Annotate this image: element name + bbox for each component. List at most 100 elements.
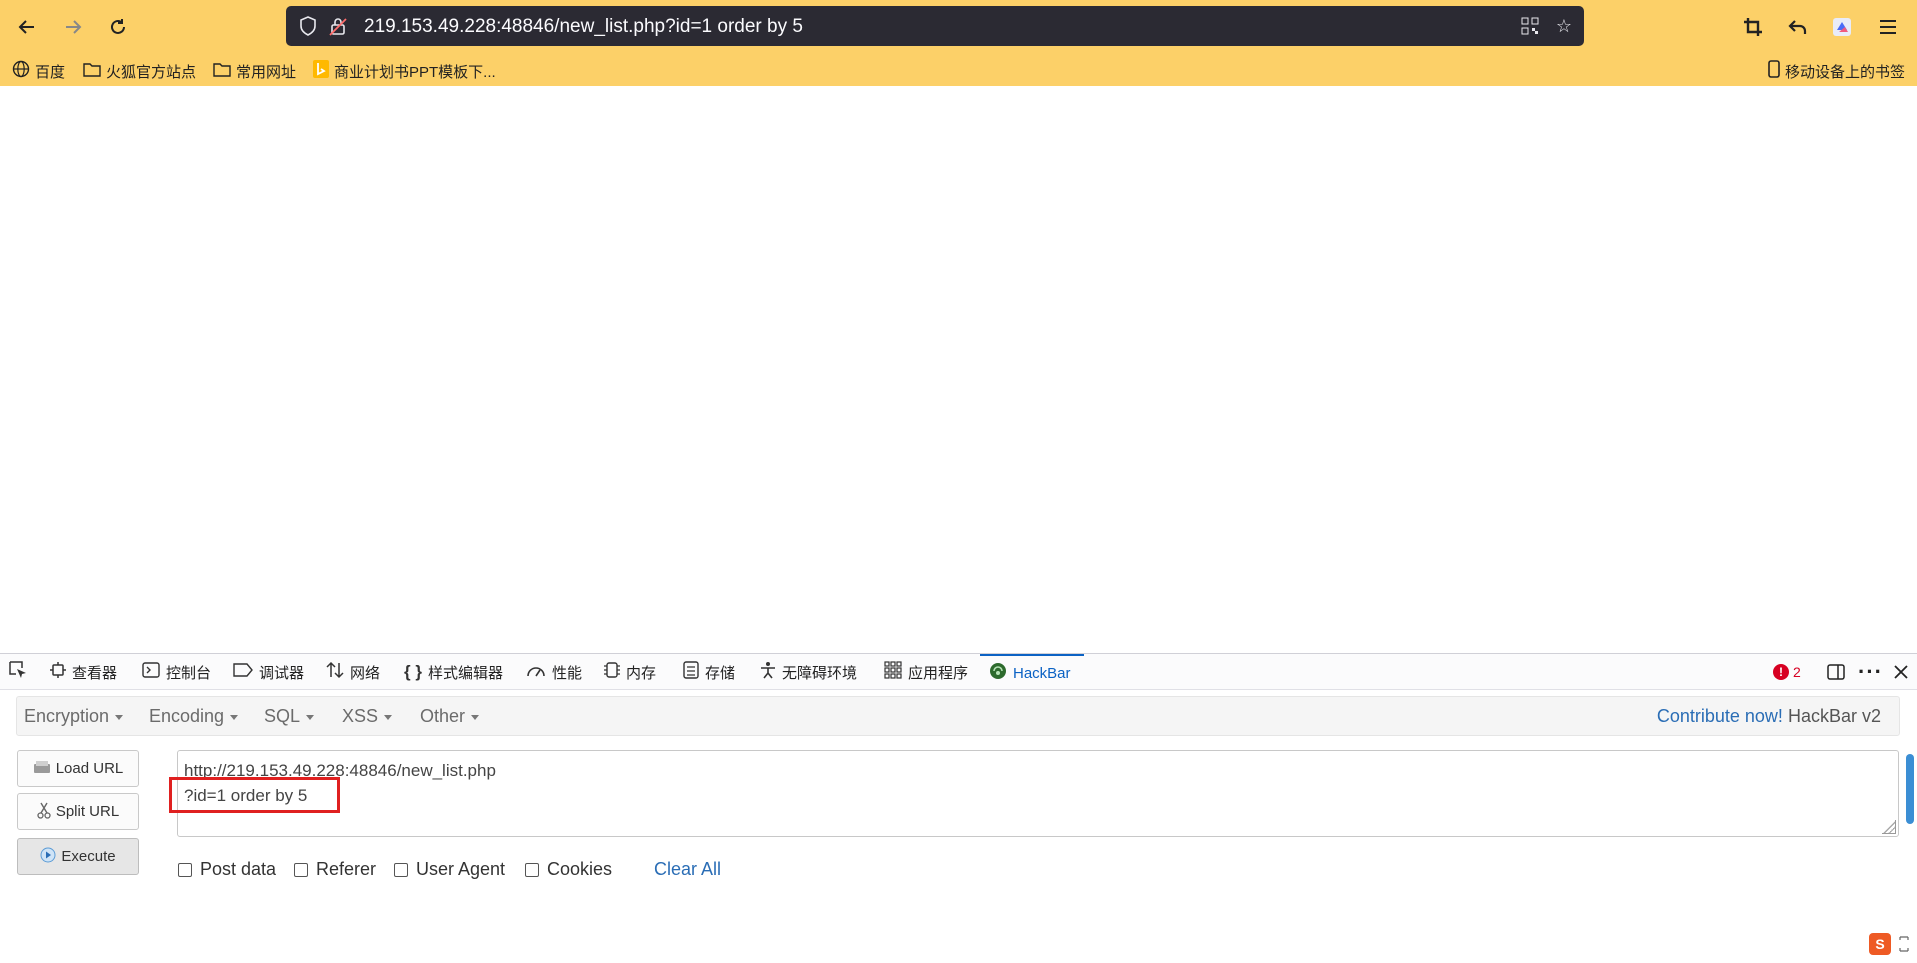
more-dots-icon: ··· (1858, 659, 1883, 684)
back-button[interactable] (10, 10, 44, 44)
menu-hamburger-icon[interactable] (1873, 12, 1903, 42)
insecure-lock-icon[interactable] (326, 14, 350, 38)
caret-down-icon (230, 714, 239, 720)
bookmark-star-icon[interactable]: ☆ (1552, 14, 1576, 38)
tab-label: 无障碍环境 (782, 664, 858, 682)
bookmark-label: 商业计划书PPT模板下... (334, 63, 496, 81)
tab-label: HackBar (1013, 664, 1071, 682)
tab-label: 控制台 (166, 664, 212, 682)
tab-memory[interactable]: 内存 (604, 654, 656, 690)
menu-label: SQL (264, 706, 301, 726)
dock-side-icon (1827, 664, 1845, 680)
storage-icon (683, 660, 699, 684)
tab-debugger[interactable]: 调试器 (233, 654, 304, 690)
bookmark-label: 常用网址 (236, 63, 297, 81)
more-options-button[interactable]: ··· (1858, 654, 1883, 690)
bookmark-firefox-official[interactable]: 火狐官方站点 (83, 58, 196, 84)
menu-encoding[interactable]: Encoding (149, 706, 239, 727)
qr-code-icon[interactable] (1518, 14, 1542, 38)
referer-checkbox[interactable] (294, 862, 308, 877)
url-line-base: http://219.153.49.228:48846/new_list.php (184, 761, 496, 780)
bookmark-common-sites[interactable]: 常用网址 (213, 58, 296, 84)
tab-accessibility[interactable]: 无障碍环境 (760, 654, 857, 690)
extension-icon[interactable] (1827, 12, 1857, 42)
inspector-icon (50, 661, 66, 683)
cookies-checkbox[interactable] (525, 862, 539, 877)
bookmark-ppt-templates[interactable]: 商业计划书PPT模板下... (313, 58, 496, 84)
devtools-panel: 查看器 控制台 调试器 网络 { } 样式编辑器 性能 内存 存储 无障碍环境 … (0, 653, 1917, 963)
element-picker-icon (8, 660, 28, 685)
close-devtools-button[interactable] (1893, 654, 1909, 690)
tab-storage[interactable]: 存储 (683, 654, 735, 690)
option-label: Cookies (547, 859, 613, 879)
mobile-bookmarks[interactable]: 移动设备上的书签 (1768, 58, 1905, 84)
reload-button[interactable] (101, 10, 135, 44)
bookmark-baidu[interactable]: 百度 (12, 58, 65, 84)
tab-label: 网络 (350, 664, 381, 682)
memory-icon (604, 661, 620, 684)
contribute-area: Contribute now! HackBar v2 (1657, 706, 1881, 727)
contribute-link[interactable]: Contribute now! (1657, 706, 1783, 726)
browser-toolbar: 219.153.49.228:48846/new_list.php?id=1 o… (0, 0, 1917, 86)
dock-toggle-button[interactable] (1826, 654, 1846, 690)
referer-option[interactable]: Referer (294, 859, 376, 880)
accessibility-icon (760, 661, 776, 684)
address-bar[interactable]: 219.153.49.228:48846/new_list.php?id=1 o… (286, 6, 1584, 46)
tab-inspector[interactable]: 查看器 (50, 654, 117, 690)
caret-down-icon (115, 714, 124, 720)
menu-label: Other (420, 706, 466, 726)
mobile-device-icon (1768, 59, 1780, 83)
tab-hackbar[interactable]: HackBar (980, 654, 1084, 690)
menu-label: XSS (342, 706, 379, 726)
element-picker-button[interactable] (8, 654, 28, 690)
tab-label: 内存 (626, 664, 657, 682)
url-textarea[interactable]: http://219.153.49.228:48846/new_list.php… (177, 750, 1899, 837)
sogou-input-icon[interactable]: S (1869, 933, 1891, 955)
folder-icon (213, 61, 231, 82)
network-icon (326, 661, 344, 684)
hackbar-menu-bar: Encryption Encoding SQL XSS Other Contri… (16, 696, 1900, 736)
shield-icon[interactable] (296, 14, 320, 38)
tab-label: 样式编辑器 (427, 664, 503, 682)
tab-performance[interactable]: 性能 (526, 654, 582, 690)
button-label: Execute (61, 848, 116, 865)
tab-console[interactable]: 控制台 (142, 654, 211, 690)
split-url-button[interactable]: Split URL (17, 793, 139, 830)
option-label: User Agent (416, 859, 506, 879)
menu-other[interactable]: Other (420, 706, 480, 727)
error-counter[interactable]: ! 2 (1773, 654, 1801, 690)
tab-network[interactable]: 网络 (326, 654, 380, 690)
button-label: Split URL (55, 803, 120, 820)
tab-application[interactable]: 应用程序 (884, 654, 968, 690)
user-agent-checkbox[interactable] (394, 862, 408, 877)
mobile-bookmarks-label: 移动设备上的书签 (1784, 63, 1905, 81)
tab-style-editor[interactable]: { } 样式编辑器 (404, 654, 503, 690)
menu-xss[interactable]: XSS (342, 706, 393, 727)
user-agent-option[interactable]: User Agent (394, 859, 505, 880)
play-icon (40, 847, 56, 867)
load-url-button[interactable]: Load URL (17, 750, 139, 787)
url-text[interactable]: 219.153.49.228:48846/new_list.php?id=1 o… (364, 16, 803, 38)
tab-label: 查看器 (72, 664, 118, 682)
bookmark-label: 火狐官方站点 (106, 63, 197, 81)
menu-encryption[interactable]: Encryption (24, 706, 124, 727)
hackbar-version: HackBar v2 (1787, 706, 1881, 726)
reload-icon (111, 19, 125, 34)
post-data-option[interactable]: Post data (178, 859, 276, 880)
undo-icon[interactable] (1783, 12, 1813, 42)
clear-all-link[interactable]: Clear All (654, 859, 721, 880)
panel-scrollbar[interactable] (1906, 754, 1914, 824)
folder-icon (83, 61, 101, 82)
load-url-icon (33, 759, 51, 779)
input-method-toggle-icon[interactable] (1897, 935, 1913, 955)
post-data-checkbox[interactable] (178, 862, 192, 877)
forward-button[interactable] (56, 10, 90, 44)
crop-icon[interactable] (1738, 12, 1768, 42)
bookmarks-bar: 百度 火狐官方站点 常用网址 商业计划书PPT模板下... 移动设备上的书签 (0, 54, 1917, 86)
cookies-option[interactable]: Cookies (525, 859, 612, 880)
resize-grip-icon[interactable] (1882, 820, 1896, 834)
execute-button[interactable]: Execute (17, 838, 139, 875)
error-icon: ! (1773, 664, 1789, 680)
menu-sql[interactable]: SQL (264, 706, 315, 727)
caret-down-icon (471, 714, 480, 720)
